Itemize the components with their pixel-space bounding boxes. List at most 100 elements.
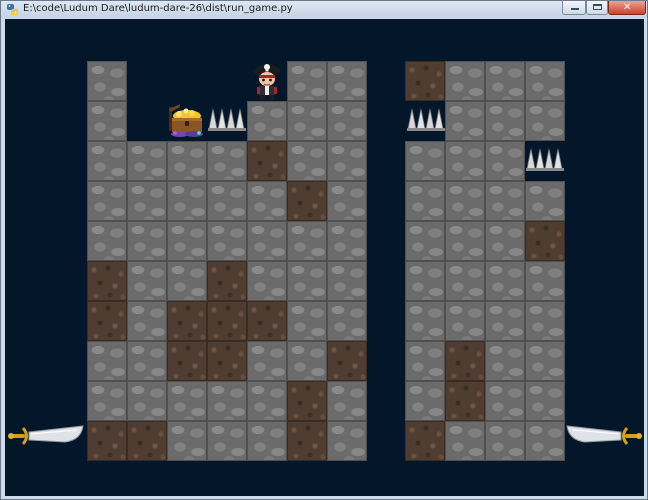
window-title: E:\code\Ludum Dare\ludum-dare-26\dist\ru… — [23, 3, 293, 14]
stone-tile — [445, 181, 485, 221]
dirt-tile — [287, 381, 327, 421]
stone-tile — [207, 421, 247, 461]
pirate-player-icon — [253, 64, 281, 100]
game-window: E:\code\Ludum Dare\ludum-dare-26\dist\ru… — [0, 0, 648, 500]
stone-tile — [327, 141, 367, 181]
minimize-button[interactable] — [562, 1, 586, 15]
stone-tile — [127, 221, 167, 261]
stone-tile — [445, 141, 485, 181]
stone-tile — [525, 301, 565, 341]
dirt-tile — [287, 181, 327, 221]
stone-tile — [485, 381, 525, 421]
stone-tile — [87, 141, 127, 181]
dirt-tile — [405, 61, 445, 101]
stone-tile — [485, 261, 525, 301]
stone-tile — [287, 141, 327, 181]
stone-tile — [287, 221, 327, 261]
stone-tile — [525, 341, 565, 381]
stone-tile — [287, 301, 327, 341]
dirt-tile — [445, 341, 485, 381]
dirt-tile — [87, 421, 127, 461]
stone-tile — [207, 181, 247, 221]
stone-tile — [327, 101, 367, 141]
stone-tile — [485, 101, 525, 141]
stone-tile — [405, 341, 445, 381]
stone-tile — [87, 341, 127, 381]
game-canvas[interactable] — [5, 19, 644, 496]
stone-tile — [405, 381, 445, 421]
stone-tile — [127, 141, 167, 181]
stone-tile — [327, 221, 367, 261]
stone-tile — [405, 301, 445, 341]
stone-tile — [127, 341, 167, 381]
spike-trap-icon — [526, 148, 564, 171]
window-titlebar[interactable]: E:\code\Ludum Dare\ludum-dare-26\dist\ru… — [1, 1, 647, 18]
stone-tile — [445, 221, 485, 261]
stone-tile — [525, 381, 565, 421]
stone-tile — [485, 341, 525, 381]
stone-tile — [445, 61, 485, 101]
maximize-button[interactable] — [586, 1, 608, 15]
dirt-tile — [445, 381, 485, 421]
dirt-tile — [247, 141, 287, 181]
dirt-tile — [287, 421, 327, 461]
stone-tile — [405, 261, 445, 301]
stone-tile — [525, 421, 565, 461]
stone-tile — [127, 301, 167, 341]
stone-tile — [167, 221, 207, 261]
stone-tile — [207, 381, 247, 421]
stone-tile — [167, 261, 207, 301]
stone-tile — [445, 261, 485, 301]
stone-tile — [327, 381, 367, 421]
cutlass-left-icon[interactable] — [7, 422, 87, 450]
maximize-icon — [593, 4, 602, 10]
stone-tile — [525, 61, 565, 101]
cutlass-right-icon[interactable] — [563, 422, 643, 450]
dirt-tile — [207, 261, 247, 301]
stone-tile — [327, 261, 367, 301]
stone-tile — [87, 221, 127, 261]
stone-tile — [287, 341, 327, 381]
stone-tile — [445, 421, 485, 461]
dirt-tile — [127, 421, 167, 461]
stone-tile — [287, 261, 327, 301]
dirt-tile — [167, 301, 207, 341]
stone-tile — [127, 261, 167, 301]
stone-tile — [327, 61, 367, 101]
stone-tile — [207, 141, 247, 181]
close-icon: ✕ — [623, 2, 632, 13]
stone-tile — [327, 301, 367, 341]
stone-tile — [87, 101, 127, 141]
dirt-tile — [167, 341, 207, 381]
spike-trap-icon — [407, 108, 445, 131]
stone-tile — [167, 421, 207, 461]
stone-tile — [167, 181, 207, 221]
stone-tile — [247, 341, 287, 381]
stone-tile — [207, 221, 247, 261]
stone-tile — [127, 181, 167, 221]
close-button[interactable]: ✕ — [608, 1, 646, 15]
stone-tile — [167, 381, 207, 421]
dirt-tile — [247, 301, 287, 341]
minimize-icon — [571, 8, 579, 10]
stone-tile — [525, 261, 565, 301]
stone-tile — [525, 181, 565, 221]
stone-tile — [247, 181, 287, 221]
dirt-tile — [207, 301, 247, 341]
dirt-tile — [327, 341, 367, 381]
stone-tile — [87, 181, 127, 221]
stone-tile — [167, 141, 207, 181]
stone-tile — [287, 101, 327, 141]
stone-tile — [485, 141, 525, 181]
stone-tile — [247, 421, 287, 461]
stone-tile — [247, 221, 287, 261]
stone-tile — [445, 101, 485, 141]
python-icon — [7, 4, 18, 15]
stone-tile — [485, 181, 525, 221]
treasure-chest-icon — [169, 104, 203, 137]
stone-tile — [247, 381, 287, 421]
stone-tile — [405, 141, 445, 181]
stone-tile — [87, 381, 127, 421]
stone-tile — [127, 381, 167, 421]
stone-tile — [485, 221, 525, 261]
